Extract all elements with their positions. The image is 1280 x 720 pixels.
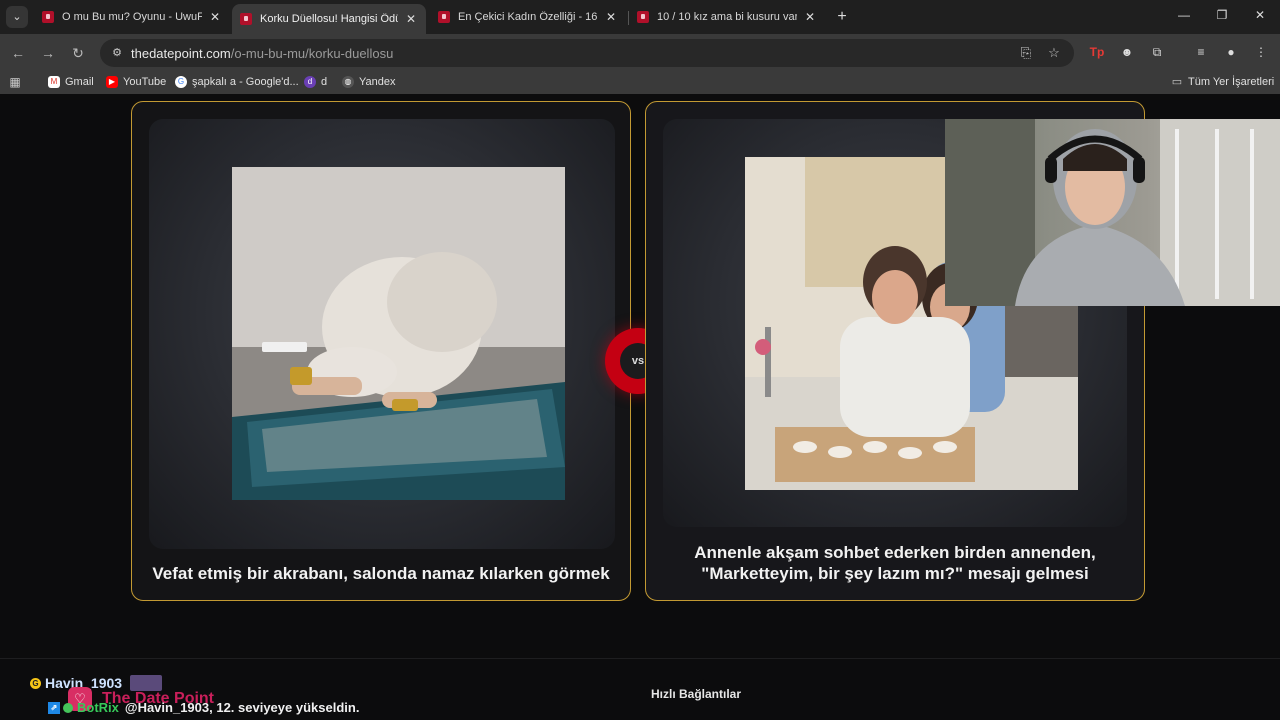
footer-divider	[0, 658, 1280, 659]
minimize-icon[interactable]: —	[1174, 8, 1194, 22]
bookmark-gmail[interactable]: M Gmail	[48, 76, 94, 88]
site-favicon-icon	[42, 11, 54, 23]
streamer-webcam	[945, 119, 1280, 306]
media-control-icon[interactable]: ≡	[1192, 43, 1210, 61]
restore-icon[interactable]: ❐	[1212, 8, 1232, 22]
profile-avatar-icon[interactable]: ●	[1222, 43, 1240, 61]
apps-grid-icon[interactable]: ▦	[9, 76, 26, 88]
bot-name: BotRix	[77, 700, 119, 715]
close-tab-icon[interactable]: ✕	[803, 10, 817, 24]
gmail-icon: M	[48, 76, 60, 88]
bookmark-yandex[interactable]: ◍ Yandex	[342, 76, 396, 88]
bookmark-google[interactable]: G şapkalı a - Google'd...	[175, 76, 299, 88]
site-info-icon[interactable]: ⚙	[110, 46, 124, 60]
tab-title: En Çekici Kadın Özelliği - 16 Ad...	[458, 11, 598, 23]
bookmark-star-icon[interactable]: ☆	[1046, 45, 1062, 61]
bookmark-label: YouTube	[123, 76, 167, 88]
close-tab-icon[interactable]: ✕	[404, 12, 418, 26]
tab-search-icon[interactable]: ⌄	[6, 6, 28, 28]
new-tab-button[interactable]: +	[832, 7, 852, 27]
footer-link[interactable]: ▁▁▁ ▁▁▁	[651, 712, 705, 720]
forward-icon[interactable]: →	[38, 43, 58, 63]
chat-message: ⇗ BotRix @Havin_1903, 12. seviyeye yükse…	[48, 700, 359, 715]
bookmark-label: Gmail	[65, 76, 94, 88]
right-option-caption: Annenle akşam sohbet ederken birden anne…	[656, 542, 1134, 584]
bookmark-d-icon: d	[304, 76, 316, 88]
bot-badge-icon: ⇗	[48, 701, 60, 714]
bot-message-text: @Havin_1903, 12. seviyeye yükseldin.	[124, 700, 360, 715]
google-icon: G	[175, 76, 187, 88]
address-bar[interactable]: ⚙ thedatepoint.com/o-mu-bu-mu/korku-duel…	[100, 39, 1074, 67]
all-bookmarks-label: Tüm Yer İşaretleri	[1188, 76, 1275, 88]
bookmark-label: Yandex	[359, 76, 396, 88]
back-icon[interactable]: ←	[8, 43, 28, 63]
tab-3[interactable]: En Çekici Kadın Özelliği - 16 Ad... ✕	[430, 4, 626, 30]
page-content: Vefat etmiş bir akrabanı, salonda namaz …	[0, 94, 1280, 720]
bookmark-label: şapkalı a - Google'd...	[192, 76, 299, 88]
site-favicon-icon	[637, 11, 649, 23]
duel-option-left[interactable]: Vefat etmiş bir akrabanı, salonda namaz …	[131, 101, 631, 601]
bookmark-d[interactable]: d d	[304, 76, 327, 88]
folder-icon: ▭	[1171, 76, 1183, 88]
bookmark-label: d	[321, 76, 328, 88]
extension-tp-icon[interactable]: Tp	[1088, 43, 1106, 61]
tab-title: 10 / 10 kız ama bi kusuru var - ...	[657, 11, 797, 23]
image-frame	[149, 119, 615, 549]
verified-badge-icon	[63, 702, 73, 713]
tab-2-active[interactable]: Korku Düellosu! Hangisi Ödünü... ✕	[232, 4, 426, 34]
badge-g-icon: G	[30, 677, 41, 689]
youtube-icon: ▶	[106, 76, 118, 88]
install-app-icon[interactable]: ⎘	[1018, 45, 1034, 61]
tab-title: Korku Düellosu! Hangisi Ödünü...	[260, 13, 398, 25]
streamer-illustration	[945, 119, 1280, 306]
close-tab-icon[interactable]: ✕	[604, 10, 618, 24]
prayer-illustration	[232, 167, 565, 500]
url-path: /o-mu-bu-mu/korku-duellosu	[230, 46, 394, 61]
close-window-icon[interactable]: ✕	[1250, 8, 1270, 22]
bookmarks-bar: ▦ M Gmail ▶ YouTube G şapkalı a - Google…	[0, 72, 1280, 94]
tab-strip: ⌄ O mu Bu mu? Oyunu - UwuFufu ✕ Korku Dü…	[0, 0, 1280, 34]
tab-title: O mu Bu mu? Oyunu - UwuFufu	[62, 11, 202, 23]
footer-quick-links-title: Hızlı Bağlantılar	[651, 687, 742, 701]
right-caption-line-2: "Marketteyim, bir şey lazım mı?" mesajı …	[701, 564, 1089, 583]
site-favicon-icon	[438, 11, 450, 23]
tab-1[interactable]: O mu Bu mu? Oyunu - UwuFufu ✕	[34, 4, 230, 30]
extensions-puzzle-icon[interactable]: ⧉	[1148, 43, 1166, 61]
url-text[interactable]: thedatepoint.com/o-mu-bu-mu/korku-duello…	[131, 46, 393, 61]
url-host: thedatepoint.com	[131, 46, 231, 61]
all-bookmarks[interactable]: ▭ Tüm Yer İşaretleri	[1171, 76, 1274, 88]
prayer-photo	[232, 167, 565, 500]
tab-4[interactable]: 10 / 10 kız ama bi kusuru var - ... ✕	[629, 4, 825, 30]
menu-kebab-icon[interactable]: ⋮	[1252, 43, 1270, 61]
globe-icon: ◍	[342, 76, 354, 88]
site-favicon-icon	[240, 13, 252, 25]
bookmark-youtube[interactable]: ▶ YouTube	[106, 76, 166, 88]
close-tab-icon[interactable]: ✕	[208, 10, 222, 24]
right-caption-line-1: Annenle akşam sohbet ederken birden anne…	[694, 543, 1096, 562]
reload-icon[interactable]: ↻	[68, 43, 88, 63]
extension-face-icon[interactable]: ☻	[1118, 43, 1136, 61]
left-option-caption: Vefat etmiş bir akrabanı, salonda namaz …	[152, 564, 610, 583]
